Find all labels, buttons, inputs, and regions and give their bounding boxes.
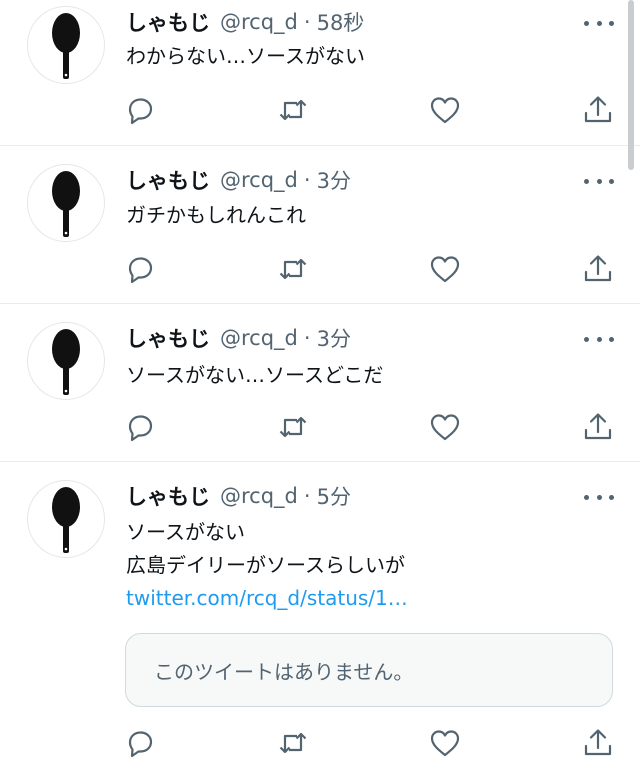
tweet-text-line: ソースがない xyxy=(126,520,245,544)
share-icon[interactable] xyxy=(581,252,615,286)
quote-unavailable-text: このツイートはありません。 xyxy=(154,659,414,684)
timestamp[interactable]: 3分 xyxy=(317,165,351,195)
display-name[interactable]: しゃもじ xyxy=(126,7,210,37)
action-bar xyxy=(0,93,640,127)
tweet-header: しゃもじ @rcq_d · 58秒 xyxy=(126,6,364,38)
more-icon[interactable] xyxy=(584,487,614,507)
separator: · xyxy=(303,326,311,350)
reply-icon[interactable] xyxy=(123,93,157,127)
tweet-header: しゃもじ @rcq_d · 5分 xyxy=(126,480,351,512)
tweet-link[interactable]: twitter.com/rcq_d/status/1… xyxy=(126,582,408,615)
user-handle[interactable]: @rcq_d xyxy=(220,326,298,350)
user-handle[interactable]: @rcq_d xyxy=(220,484,298,508)
like-icon[interactable] xyxy=(428,252,462,286)
timestamp[interactable]: 3分 xyxy=(317,323,351,353)
timestamp[interactable]: 58秒 xyxy=(317,7,365,37)
user-handle[interactable]: @rcq_d xyxy=(220,168,298,192)
share-icon[interactable] xyxy=(581,93,615,127)
timestamp[interactable]: 5分 xyxy=(317,481,351,511)
avatar[interactable] xyxy=(27,164,105,242)
reply-icon[interactable] xyxy=(123,726,157,760)
reply-icon[interactable] xyxy=(123,410,157,444)
tweet-text-line: 広島デイリーがソースらしいが xyxy=(126,553,405,577)
tweet[interactable]: しゃもじ @rcq_d · 3分 ガチかもしれんこれ xyxy=(0,146,640,304)
action-bar xyxy=(0,410,640,444)
like-icon[interactable] xyxy=(428,726,462,760)
retweet-icon[interactable] xyxy=(276,410,310,444)
retweet-icon[interactable] xyxy=(276,93,310,127)
rice-paddle-avatar-icon xyxy=(52,487,80,553)
separator: · xyxy=(303,168,311,192)
tweet-text: わからない…ソースがない xyxy=(126,40,365,73)
user-handle[interactable]: @rcq_d xyxy=(220,10,298,34)
rice-paddle-avatar-icon xyxy=(52,329,80,395)
scrollbar[interactable] xyxy=(628,0,634,170)
retweet-icon[interactable] xyxy=(276,252,310,286)
rice-paddle-avatar-icon xyxy=(52,171,80,237)
more-icon[interactable] xyxy=(584,171,614,191)
avatar[interactable] xyxy=(27,322,105,400)
retweet-icon[interactable] xyxy=(276,726,310,760)
share-icon[interactable] xyxy=(581,410,615,444)
tweet-text: ソースがない 広島デイリーがソースらしいが twitter.com/rcq_d/… xyxy=(126,516,408,615)
tweet-header: しゃもじ @rcq_d · 3分 xyxy=(126,164,351,196)
more-icon[interactable] xyxy=(584,329,614,349)
tweet[interactable]: しゃもじ @rcq_d · 58秒 わからない…ソースがない xyxy=(0,0,640,146)
like-icon[interactable] xyxy=(428,410,462,444)
like-icon[interactable] xyxy=(428,93,462,127)
more-icon[interactable] xyxy=(584,13,614,33)
separator: · xyxy=(303,484,311,508)
avatar[interactable] xyxy=(27,480,105,558)
rice-paddle-avatar-icon xyxy=(52,13,80,79)
tweet-text: ガチかもしれんこれ xyxy=(126,199,306,232)
tweet-text-line: ガチかもしれんこれ xyxy=(126,203,306,227)
tweet-header: しゃもじ @rcq_d · 3分 xyxy=(126,322,351,354)
reply-icon[interactable] xyxy=(123,252,157,286)
display-name[interactable]: しゃもじ xyxy=(126,165,210,195)
unavailable-quote-card[interactable]: このツイートはありません。 xyxy=(125,633,613,707)
tweet-text-line: わからない…ソースがない xyxy=(126,44,365,68)
separator: · xyxy=(303,10,311,34)
tweet-text-line: ソースがない…ソースどこだ xyxy=(126,363,384,387)
tweet-text: ソースがない…ソースどこだ xyxy=(126,359,383,392)
tweet[interactable]: しゃもじ @rcq_d · 3分 ソースがない…ソースどこだ xyxy=(0,304,640,462)
display-name[interactable]: しゃもじ xyxy=(126,481,210,511)
share-icon[interactable] xyxy=(581,726,615,760)
timeline: しゃもじ @rcq_d · 58秒 わからない…ソースがない しゃもじ @rcq… xyxy=(0,0,640,771)
display-name[interactable]: しゃもじ xyxy=(126,323,210,353)
action-bar xyxy=(0,726,640,760)
avatar[interactable] xyxy=(27,6,105,84)
tweet[interactable]: しゃもじ @rcq_d · 5分 ソースがない 広島デイリーがソースらしいが t… xyxy=(0,462,640,771)
action-bar xyxy=(0,252,640,286)
